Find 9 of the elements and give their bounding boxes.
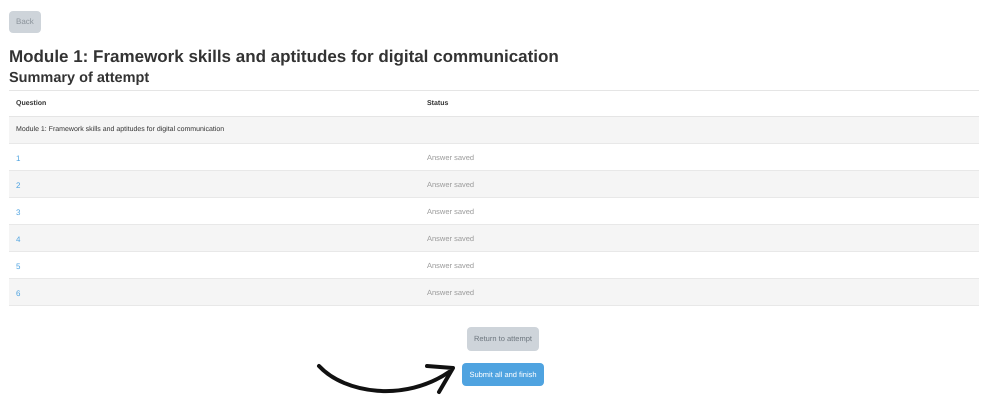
question-link[interactable]: 1: [16, 154, 20, 164]
question-link[interactable]: 6: [16, 289, 20, 298]
question-link[interactable]: 2: [16, 181, 20, 190]
question-link[interactable]: 5: [16, 262, 20, 272]
section-title: Summary of attempt: [9, 69, 150, 88]
back-button[interactable]: Back: [9, 11, 41, 33]
question-link[interactable]: 3: [16, 208, 20, 218]
question-link[interactable]: 4: [16, 235, 20, 244]
page-title: Module 1: Framework skills and aptitudes for digital communication: [9, 46, 560, 68]
